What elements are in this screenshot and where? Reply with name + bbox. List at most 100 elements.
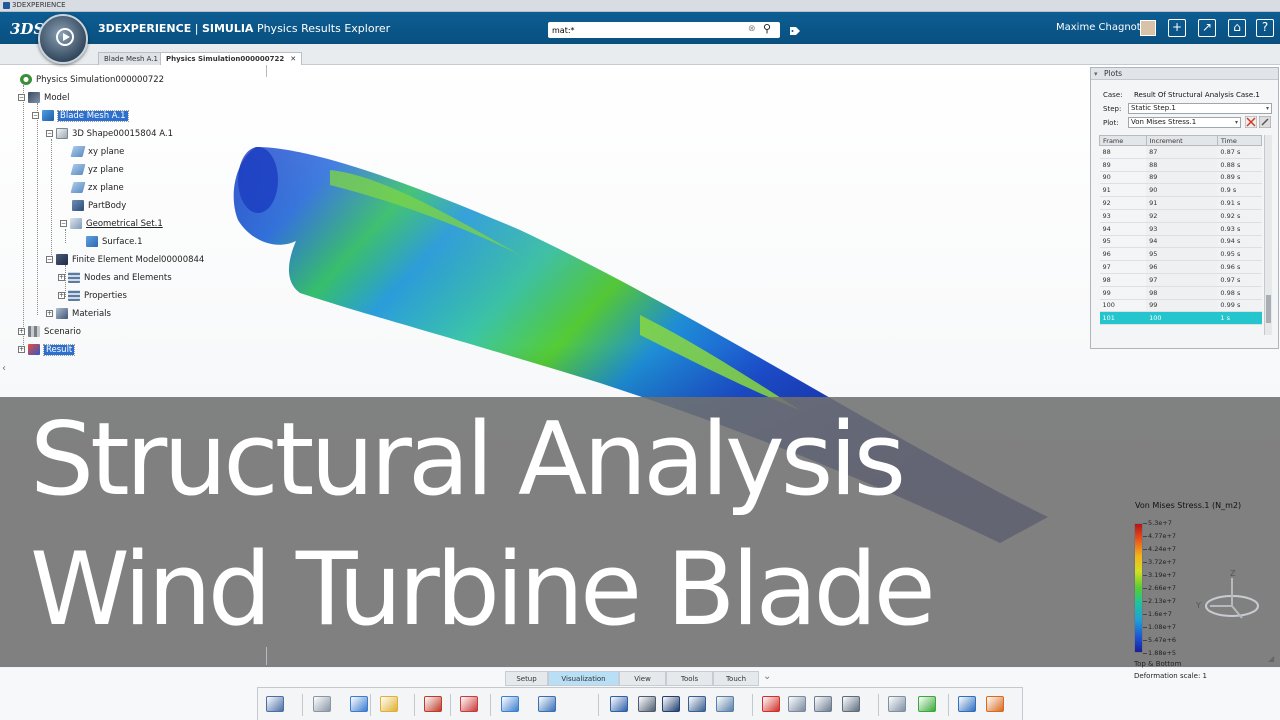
tree-item-materials[interactable]: + Materials	[46, 307, 111, 321]
table-row[interactable]: 92 91 0.91 s	[1099, 196, 1262, 210]
chevron-left-icon[interactable]: ‹	[2, 363, 6, 374]
avatar[interactable]	[1140, 20, 1156, 36]
column-header[interactable]: Frame	[1099, 135, 1147, 146]
panel-divider[interactable]	[266, 65, 267, 77]
collapse-icon[interactable]: −	[18, 94, 25, 101]
grid-icon[interactable]	[814, 696, 832, 712]
search-input[interactable]	[552, 23, 742, 37]
deform-icon[interactable]	[610, 696, 628, 712]
edit-icon[interactable]	[1259, 116, 1271, 128]
table-row[interactable]: 98 97 0.97 s	[1099, 273, 1262, 287]
tree-item-scenario[interactable]: + Scenario	[18, 325, 81, 339]
capture-icon[interactable]	[958, 696, 976, 712]
table-row[interactable]: 89 88 0.88 s	[1099, 158, 1262, 172]
tab-visualization[interactable]: Visualization	[548, 671, 619, 686]
tag-icon[interactable]	[789, 26, 801, 36]
animation-icon[interactable]	[688, 696, 706, 712]
plot-select[interactable]: Von Mises Stress.1 ▾	[1128, 117, 1241, 128]
display-icon[interactable]	[424, 696, 442, 712]
tree-item-3d-shape[interactable]: − 3D Shape00015804 A.1	[46, 127, 173, 141]
plot-icon[interactable]	[380, 696, 398, 712]
tree-item-xy-plane[interactable]: xy plane	[70, 145, 124, 159]
column-header[interactable]: Time	[1216, 135, 1263, 146]
user-name[interactable]: Maxime Chagnot	[1056, 22, 1141, 33]
tree-item-properties[interactable]: + Properties	[58, 289, 127, 303]
collapse-icon[interactable]: −	[60, 220, 67, 227]
table-row[interactable]: 93 92 0.92 s	[1099, 209, 1262, 223]
table-row[interactable]: 91 90 0.9 s	[1099, 183, 1262, 198]
compass-widget[interactable]	[38, 14, 88, 64]
expand-icon[interactable]: +	[46, 310, 53, 317]
chevron-down-icon[interactable]: ⌄	[763, 671, 771, 682]
chart-bar-icon[interactable]	[501, 696, 519, 712]
table-row[interactable]: 88 87 0.87 s	[1099, 145, 1262, 159]
table-row[interactable]: 97 96 0.96 s	[1099, 260, 1262, 274]
table-row[interactable]: 90 89 0.89 s	[1099, 171, 1262, 185]
tree-item-result[interactable]: + Result	[18, 343, 76, 357]
column-header[interactable]: Increment	[1145, 135, 1218, 146]
expand-icon[interactable]: +	[18, 346, 25, 353]
plots-header[interactable]: Plots	[1091, 68, 1278, 80]
table-row[interactable]: 101 100 1 s	[1099, 311, 1262, 326]
step-select[interactable]: Static Step.1 ▾	[1128, 103, 1272, 114]
tree-item-nodes-elements[interactable]: + Nodes and Elements	[58, 271, 172, 285]
undo-icon[interactable]	[266, 696, 284, 712]
table-row[interactable]: 99 98 0.98 s	[1099, 286, 1262, 300]
alert-icon[interactable]	[460, 696, 478, 712]
help-icon[interactable]: ?	[1256, 19, 1274, 37]
scrollbar-thumb[interactable]	[1266, 295, 1271, 323]
close-icon[interactable]: ✕	[290, 55, 296, 63]
tree-item-surface[interactable]: Surface.1	[86, 235, 143, 249]
expand-icon[interactable]: +	[58, 292, 65, 299]
expand-icon[interactable]: +	[18, 328, 25, 335]
axis-triad[interactable]: Z Y	[1190, 566, 1260, 626]
tree-item-fem[interactable]: − Finite Element Model00000844	[46, 253, 204, 267]
tab-blade-mesh[interactable]: Blade Mesh A.1	[98, 52, 165, 65]
table-scrollbar[interactable]	[1264, 135, 1272, 335]
report-icon[interactable]	[888, 696, 906, 712]
add-icon[interactable]: +	[1168, 19, 1186, 37]
probe-icon[interactable]	[638, 696, 656, 712]
settings-icon[interactable]	[986, 696, 1004, 712]
play-icon[interactable]	[56, 28, 74, 46]
tree-item-zx-plane[interactable]: zx plane	[70, 181, 124, 195]
layout-icon[interactable]	[842, 696, 860, 712]
color-legend-icon[interactable]	[762, 696, 780, 712]
pen-icon[interactable]	[918, 696, 936, 712]
tab-setup[interactable]: Setup	[505, 671, 548, 686]
tree-item-simulation[interactable]: Physics Simulation000000722	[20, 73, 164, 87]
sensor-icon[interactable]	[716, 696, 734, 712]
collapse-icon[interactable]: −	[46, 130, 53, 137]
home-icon[interactable]: ⌂	[1228, 19, 1246, 37]
color-legend-bar[interactable]	[1134, 523, 1143, 653]
tab-tools[interactable]: Tools	[666, 671, 713, 686]
import-icon[interactable]	[350, 696, 368, 712]
title-overlay: Structural Analysis Wind Turbine Blade	[0, 397, 1280, 667]
axis-icon[interactable]	[662, 696, 680, 712]
table-row[interactable]: 96 95 0.95 s	[1099, 247, 1262, 262]
table-row[interactable]: 94 93 0.93 s	[1099, 222, 1262, 236]
panel-divider[interactable]	[266, 647, 267, 665]
collapse-icon[interactable]: −	[46, 256, 53, 263]
tree-item-model[interactable]: − Model	[18, 91, 70, 105]
tree-item-blade-mesh[interactable]: − Blade Mesh A.1	[32, 109, 129, 123]
share-icon[interactable]: ↗	[1198, 19, 1216, 37]
tree-item-yz-plane[interactable]: yz plane	[70, 163, 124, 177]
cube-icon[interactable]	[788, 696, 806, 712]
resize-handle-icon[interactable]: ◢	[1268, 654, 1274, 663]
tree-item-partbody[interactable]: PartBody	[72, 199, 126, 213]
plot-settings-icon[interactable]	[1245, 116, 1257, 128]
tab-view[interactable]: View	[619, 671, 666, 686]
chart-line-icon[interactable]	[538, 696, 556, 712]
table-row[interactable]: 100 99 0.99 s	[1099, 299, 1262, 313]
table-row[interactable]: 95 94 0.94 s	[1099, 235, 1262, 249]
tab-touch[interactable]: Touch	[713, 671, 759, 686]
part-icon[interactable]	[313, 696, 331, 712]
search-icon[interactable]: ⚲	[763, 22, 771, 35]
tab-physics-simulation[interactable]: Physics Simulation000000722 ✕	[160, 52, 303, 65]
expand-icon[interactable]: +	[58, 274, 65, 281]
tree-item-geometrical-set[interactable]: − Geometrical Set.1	[60, 217, 163, 231]
clear-search-icon[interactable]: ⊗	[748, 24, 756, 34]
search-box[interactable]: ⊗ ⚲	[548, 22, 780, 38]
collapse-icon[interactable]: −	[32, 112, 39, 119]
